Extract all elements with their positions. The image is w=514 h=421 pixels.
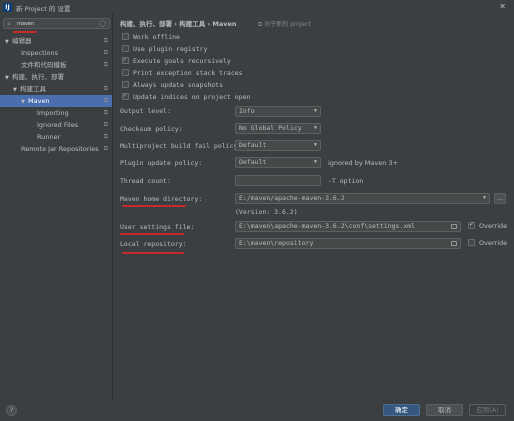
thread-count-label: Thread count: xyxy=(120,177,171,185)
multiproject-fail-policy-label: Multiproject build fail policy: xyxy=(120,142,242,150)
sidebar-item-maven[interactable]: ▼ Maven ⧉ xyxy=(0,95,112,107)
use-plugin-registry-checkbox[interactable]: Use plugin registry xyxy=(122,44,207,54)
cancel-button[interactable]: 取消 xyxy=(426,404,463,416)
sidebar-item-label: 编辑器 xyxy=(12,37,32,45)
sidebar-item-importing[interactable]: Importing ⧉ xyxy=(0,107,112,119)
checkbox-box[interactable] xyxy=(122,68,129,76)
intellij-app-icon: IJ xyxy=(3,3,12,12)
thread-count-note: -T option xyxy=(328,177,364,185)
annotation-underline xyxy=(13,31,37,33)
checkbox-box[interactable] xyxy=(468,238,475,246)
project-settings-icon: ⧉ xyxy=(103,133,108,140)
annotation-underline xyxy=(120,233,184,235)
plugin-update-policy-select[interactable]: Default ▼ xyxy=(235,157,321,168)
sidebar-item-build-tools[interactable]: ▼ 构建工具 ⧉ xyxy=(0,83,112,95)
search-icon: ⌕ xyxy=(7,20,11,28)
local-repository-override-checkbox[interactable]: Override xyxy=(468,238,507,248)
print-exception-stack-traces-checkbox[interactable]: Print exception stack traces xyxy=(122,68,243,78)
sidebar-item-inspections[interactable]: Inspections ⧉ xyxy=(0,47,112,59)
breadcrumb: 构建、执行、部署 › 构建工具 › Maven xyxy=(120,20,237,28)
chevron-down-icon: ▼ xyxy=(313,108,317,114)
checkbox-box[interactable] xyxy=(468,220,475,230)
local-repository-input[interactable]: E:\maven\repository xyxy=(235,238,461,249)
maven-version-text: (Version: 3.6.2) xyxy=(235,208,298,216)
checkbox-box[interactable] xyxy=(122,44,129,52)
project-settings-icon: ⧉ xyxy=(103,61,108,68)
checkbox-box[interactable] xyxy=(122,32,129,40)
title-bar: IJ 新 Project 的 设置 ✕ xyxy=(0,0,514,14)
chevron-down-icon: ▼ xyxy=(313,142,317,148)
sidebar-item-label: Runner xyxy=(37,133,61,141)
annotation-underline xyxy=(122,205,186,207)
folder-icon[interactable] xyxy=(451,241,457,246)
checksum-policy-label: Checksum policy: xyxy=(120,125,183,133)
scope-note: ⧉ 对于新的 project xyxy=(258,21,311,28)
checkbox-box[interactable] xyxy=(122,55,129,65)
chevron-down-icon: ▼ xyxy=(482,195,486,201)
sidebar-item-build-execution-deployment[interactable]: ▼ 构建、执行、部署 xyxy=(0,71,112,83)
ok-button[interactable]: 确定 xyxy=(383,404,420,416)
annotation-underline xyxy=(122,252,184,254)
execute-goals-recursively-checkbox[interactable]: Execute goals recursively xyxy=(122,55,231,66)
help-button[interactable]: ? xyxy=(6,405,17,416)
user-settings-label: User settings file: xyxy=(120,223,195,231)
chevron-down-icon: ▼ xyxy=(313,159,317,165)
sidebar-item-label: Maven xyxy=(28,97,50,105)
sidebar-item-ignored-files[interactable]: Ignored Files ⧉ xyxy=(0,119,112,131)
user-settings-override-checkbox[interactable]: Override xyxy=(468,220,507,231)
project-settings-icon: ⧉ xyxy=(103,145,108,152)
checkbox-box[interactable] xyxy=(122,91,129,101)
project-settings-icon: ⧉ xyxy=(103,49,108,56)
sidebar-item-remote-jar-repositories[interactable]: Remote Jar Repositories ⧉ xyxy=(0,143,112,155)
sidebar-item-runner[interactable]: Runner ⧉ xyxy=(0,131,112,143)
sidebar-item-label: 文件和代码模板 xyxy=(21,61,67,69)
user-settings-input[interactable]: E:\maven\apache-maven-3.6.2\conf\setting… xyxy=(235,221,461,232)
sidebar-item-editor[interactable]: ▼ 编辑器 ⧉ xyxy=(0,35,112,47)
always-update-snapshots-checkbox[interactable]: Always update snapshots xyxy=(122,80,223,90)
sidebar-item-file-templates[interactable]: 文件和代码模板 ⧉ xyxy=(0,59,112,71)
update-indices-checkbox[interactable]: Update indices on project open xyxy=(122,91,250,102)
sidebar-item-label: 构建工具 xyxy=(20,85,46,93)
chevron-down-icon: ▼ xyxy=(313,125,317,131)
project-settings-icon: ⧉ xyxy=(103,85,108,92)
multiproject-fail-policy-select[interactable]: Default ▼ xyxy=(235,140,321,151)
sidebar-item-label: Ignored Files xyxy=(37,121,79,129)
settings-search-input[interactable]: ⌕ maven ◯ xyxy=(3,18,110,29)
maven-home-label: Maven home directory: xyxy=(120,195,203,203)
sidebar-item-label: Inspections xyxy=(21,49,58,57)
output-level-select[interactable]: Info ▼ xyxy=(235,106,321,117)
settings-content: 构建、执行、部署 › 构建工具 › Maven ⧉ 对于新的 project W… xyxy=(114,14,514,399)
plugin-update-note: ignored by Maven 3+ xyxy=(328,159,398,167)
apply-button[interactable]: 应用(A) xyxy=(469,404,506,416)
clear-search-icon[interactable]: ◯ xyxy=(99,20,106,27)
checkbox-box[interactable] xyxy=(122,80,129,88)
maven-home-input[interactable]: E:/maven/apache-maven-3.6.2 ▼ xyxy=(235,193,490,204)
sidebar-item-label: 构建、执行、部署 xyxy=(12,73,64,81)
project-settings-icon: ⧉ xyxy=(103,109,108,116)
search-value: maven xyxy=(17,21,35,27)
sidebar-item-label: Importing xyxy=(37,109,69,117)
work-offline-checkbox[interactable]: Work offline xyxy=(122,32,180,42)
close-icon[interactable]: ✕ xyxy=(499,2,506,11)
settings-sidebar: ⌕ maven ◯ ▼ 编辑器 ⧉ Inspections ⧉ 文件和代码模板 ⧉… xyxy=(0,14,113,399)
window-title: 新 Project 的 设置 xyxy=(16,5,71,13)
browse-button[interactable]: ... xyxy=(494,193,506,204)
thread-count-input[interactable] xyxy=(235,175,321,186)
project-settings-icon: ⧉ xyxy=(103,97,108,104)
local-repository-label: Local repository: xyxy=(120,240,187,248)
sidebar-item-label: Remote Jar Repositories xyxy=(21,145,99,153)
output-level-label: Output level: xyxy=(120,107,171,115)
plugin-update-policy-label: Plugin update policy: xyxy=(120,159,203,167)
project-settings-icon: ⧉ xyxy=(103,121,108,128)
project-settings-icon: ⧉ xyxy=(103,37,108,44)
checksum-policy-select[interactable]: No Global Policy ▼ xyxy=(235,123,321,134)
folder-icon[interactable] xyxy=(451,224,457,229)
dialog-footer: ? 确定 取消 应用(A) xyxy=(0,399,514,421)
